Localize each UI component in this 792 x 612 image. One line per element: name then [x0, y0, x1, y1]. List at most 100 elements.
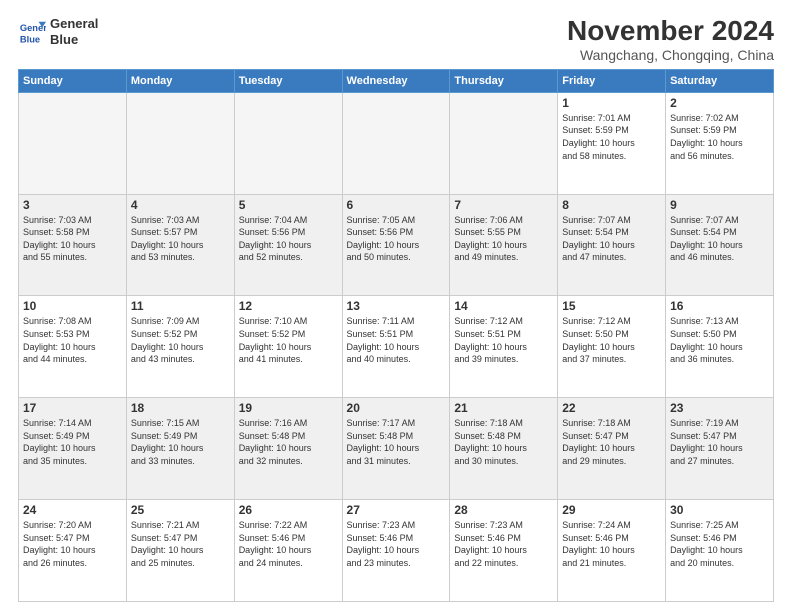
weekday-header: Friday: [558, 69, 666, 92]
day-number: 22: [562, 401, 661, 415]
day-info: Sunrise: 7:06 AMSunset: 5:55 PMDaylight:…: [454, 214, 553, 264]
weekday-header: Monday: [126, 69, 234, 92]
calendar-cell: 11 Sunrise: 7:09 AMSunset: 5:52 PMDayligh…: [126, 296, 234, 398]
page: General Blue General Blue November 2024 …: [0, 0, 792, 612]
day-info: Sunrise: 7:01 AMSunset: 5:59 PMDaylight:…: [562, 112, 661, 162]
calendar-cell: 25 Sunrise: 7:21 AMSunset: 5:47 PMDayligh…: [126, 500, 234, 602]
calendar-cell: 30Sunrise: 7:25 AMSunset: 5:46 PMDayligh…: [666, 500, 774, 602]
svg-text:Blue: Blue: [20, 34, 40, 44]
day-info: Sunrise: 7:21 AMSunset: 5:47 PMDaylight:…: [131, 519, 230, 569]
calendar-cell: 2 Sunrise: 7:02 AMSunset: 5:59 PMDaylight…: [666, 92, 774, 194]
logo-icon: General Blue: [18, 18, 46, 46]
day-info: Sunrise: 7:16 AMSunset: 5:48 PMDaylight:…: [239, 417, 338, 467]
calendar-cell: 29 Sunrise: 7:24 AMSunset: 5:46 PMDayligh…: [558, 500, 666, 602]
day-number: 13: [347, 299, 446, 313]
day-info: Sunrise: 7:15 AMSunset: 5:49 PMDaylight:…: [131, 417, 230, 467]
calendar: SundayMondayTuesdayWednesdayThursdayFrid…: [18, 69, 774, 602]
header: General Blue General Blue November 2024 …: [18, 16, 774, 63]
day-info: Sunrise: 7:23 AMSunset: 5:46 PMDaylight:…: [347, 519, 446, 569]
day-number: 14: [454, 299, 553, 313]
day-info: Sunrise: 7:08 AMSunset: 5:53 PMDaylight:…: [23, 315, 122, 365]
day-info: Sunrise: 7:11 AMSunset: 5:51 PMDaylight:…: [347, 315, 446, 365]
calendar-cell: 9 Sunrise: 7:07 AMSunset: 5:54 PMDaylight…: [666, 194, 774, 296]
day-info: Sunrise: 7:12 AMSunset: 5:50 PMDaylight:…: [562, 315, 661, 365]
day-number: 8: [562, 198, 661, 212]
calendar-cell: 1 Sunrise: 7:01 AMSunset: 5:59 PMDaylight…: [558, 92, 666, 194]
day-info: Sunrise: 7:03 AMSunset: 5:58 PMDaylight:…: [23, 214, 122, 264]
day-info: Sunrise: 7:09 AMSunset: 5:52 PMDaylight:…: [131, 315, 230, 365]
day-number: 6: [347, 198, 446, 212]
day-number: 5: [239, 198, 338, 212]
calendar-cell: 6 Sunrise: 7:05 AMSunset: 5:56 PMDaylight…: [342, 194, 450, 296]
calendar-cell: 5 Sunrise: 7:04 AMSunset: 5:56 PMDaylight…: [234, 194, 342, 296]
calendar-cell: [450, 92, 558, 194]
calendar-cell: 12 Sunrise: 7:10 AMSunset: 5:52 PMDayligh…: [234, 296, 342, 398]
logo-text: General Blue: [50, 16, 98, 47]
title-block: November 2024 Wangchang, Chongqing, Chin…: [567, 16, 774, 63]
day-info: Sunrise: 7:12 AMSunset: 5:51 PMDaylight:…: [454, 315, 553, 365]
day-number: 15: [562, 299, 661, 313]
calendar-cell: 15 Sunrise: 7:12 AMSunset: 5:50 PMDayligh…: [558, 296, 666, 398]
weekday-header: Tuesday: [234, 69, 342, 92]
day-info: Sunrise: 7:03 AMSunset: 5:57 PMDaylight:…: [131, 214, 230, 264]
day-number: 28: [454, 503, 553, 517]
day-number: 10: [23, 299, 122, 313]
calendar-cell: 27 Sunrise: 7:23 AMSunset: 5:46 PMDayligh…: [342, 500, 450, 602]
day-info: Sunrise: 7:04 AMSunset: 5:56 PMDaylight:…: [239, 214, 338, 264]
day-info: Sunrise: 7:20 AMSunset: 5:47 PMDaylight:…: [23, 519, 122, 569]
day-number: 11: [131, 299, 230, 313]
day-number: 2: [670, 96, 769, 110]
weekday-header: Wednesday: [342, 69, 450, 92]
day-number: 9: [670, 198, 769, 212]
calendar-cell: [342, 92, 450, 194]
calendar-cell: 16 Sunrise: 7:13 AMSunset: 5:50 PMDayligh…: [666, 296, 774, 398]
day-info: Sunrise: 7:05 AMSunset: 5:56 PMDaylight:…: [347, 214, 446, 264]
day-info: Sunrise: 7:23 AMSunset: 5:46 PMDaylight:…: [454, 519, 553, 569]
month-title: November 2024: [567, 16, 774, 47]
day-info: Sunrise: 7:02 AMSunset: 5:59 PMDaylight:…: [670, 112, 769, 162]
day-info: Sunrise: 7:07 AMSunset: 5:54 PMDaylight:…: [670, 214, 769, 264]
calendar-cell: 26Sunrise: 7:22 AMSunset: 5:46 PMDayligh…: [234, 500, 342, 602]
day-info: Sunrise: 7:10 AMSunset: 5:52 PMDaylight:…: [239, 315, 338, 365]
calendar-cell: 14 Sunrise: 7:12 AMSunset: 5:51 PMDayligh…: [450, 296, 558, 398]
day-number: 12: [239, 299, 338, 313]
day-number: 21: [454, 401, 553, 415]
day-info: Sunrise: 7:24 AMSunset: 5:46 PMDaylight:…: [562, 519, 661, 569]
calendar-cell: [234, 92, 342, 194]
day-info: Sunrise: 7:18 AMSunset: 5:48 PMDaylight:…: [454, 417, 553, 467]
day-number: 29: [562, 503, 661, 517]
weekday-header: Sunday: [19, 69, 127, 92]
calendar-cell: 4 Sunrise: 7:03 AMSunset: 5:57 PMDaylight…: [126, 194, 234, 296]
day-number: 7: [454, 198, 553, 212]
calendar-cell: 10 Sunrise: 7:08 AMSunset: 5:53 PMDayligh…: [19, 296, 127, 398]
calendar-cell: 8 Sunrise: 7:07 AMSunset: 5:54 PMDaylight…: [558, 194, 666, 296]
day-info: Sunrise: 7:14 AMSunset: 5:49 PMDaylight:…: [23, 417, 122, 467]
calendar-cell: 20Sunrise: 7:17 AMSunset: 5:48 PMDayligh…: [342, 398, 450, 500]
day-info: Sunrise: 7:13 AMSunset: 5:50 PMDaylight:…: [670, 315, 769, 365]
logo: General Blue General Blue: [18, 16, 98, 47]
day-number: 30: [670, 503, 769, 517]
calendar-cell: [19, 92, 127, 194]
day-number: 16: [670, 299, 769, 313]
calendar-cell: 22Sunrise: 7:18 AMSunset: 5:47 PMDayligh…: [558, 398, 666, 500]
day-number: 25: [131, 503, 230, 517]
calendar-cell: 23Sunrise: 7:19 AMSunset: 5:47 PMDayligh…: [666, 398, 774, 500]
day-number: 1: [562, 96, 661, 110]
calendar-cell: 24 Sunrise: 7:20 AMSunset: 5:47 PMDayligh…: [19, 500, 127, 602]
calendar-cell: 19Sunrise: 7:16 AMSunset: 5:48 PMDayligh…: [234, 398, 342, 500]
day-number: 17: [23, 401, 122, 415]
calendar-cell: 7 Sunrise: 7:06 AMSunset: 5:55 PMDaylight…: [450, 194, 558, 296]
calendar-cell: 21 Sunrise: 7:18 AMSunset: 5:48 PMDayligh…: [450, 398, 558, 500]
location: Wangchang, Chongqing, China: [567, 47, 774, 63]
weekday-header: Thursday: [450, 69, 558, 92]
calendar-cell: 18Sunrise: 7:15 AMSunset: 5:49 PMDayligh…: [126, 398, 234, 500]
day-info: Sunrise: 7:07 AMSunset: 5:54 PMDaylight:…: [562, 214, 661, 264]
day-number: 26: [239, 503, 338, 517]
day-number: 4: [131, 198, 230, 212]
day-info: Sunrise: 7:19 AMSunset: 5:47 PMDaylight:…: [670, 417, 769, 467]
day-number: 24: [23, 503, 122, 517]
calendar-cell: 17 Sunrise: 7:14 AMSunset: 5:49 PMDayligh…: [19, 398, 127, 500]
calendar-cell: [126, 92, 234, 194]
day-info: Sunrise: 7:17 AMSunset: 5:48 PMDaylight:…: [347, 417, 446, 467]
day-number: 27: [347, 503, 446, 517]
